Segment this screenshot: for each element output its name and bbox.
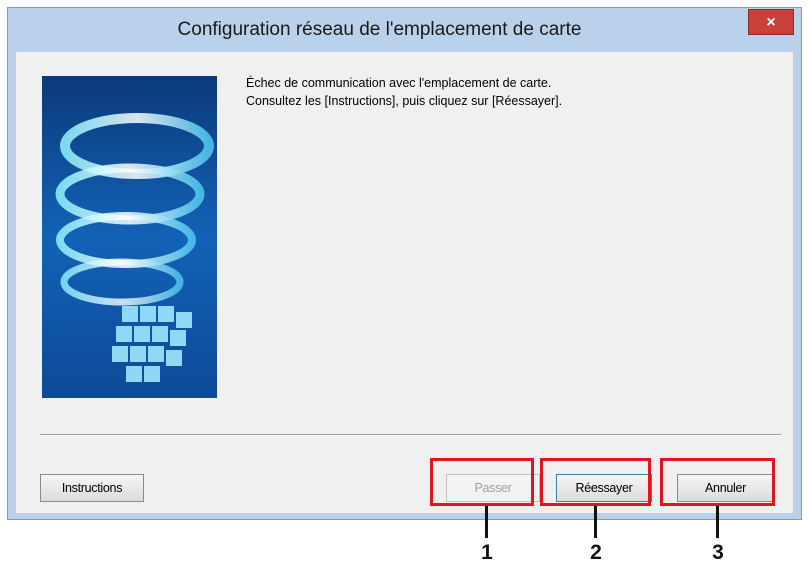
error-message: Échec de communication avec l'emplacemen…	[246, 74, 562, 110]
callout-number-1: 1	[481, 541, 493, 564]
callout-number-3: 3	[712, 541, 724, 564]
title-bar[interactable]: Configuration réseau de l'emplacement de…	[8, 8, 801, 52]
instructions-button[interactable]: Instructions	[40, 474, 144, 502]
error-message-line-2: Consultez les [Instructions], puis cliqu…	[246, 94, 563, 108]
callout-line-1	[485, 506, 488, 538]
callout-number-2: 2	[590, 541, 602, 564]
separator	[40, 434, 781, 436]
callout-box-skip	[430, 458, 534, 506]
callout-box-retry	[540, 458, 651, 506]
callout-line-3	[716, 506, 719, 538]
network-illustration	[42, 76, 217, 398]
callout-line-2	[594, 506, 597, 538]
dialog-body: Échec de communication avec l'emplacemen…	[16, 52, 793, 513]
error-message-line-1: Échec de communication avec l'emplacemen…	[246, 76, 552, 90]
close-button[interactable]: ×	[748, 9, 794, 35]
callout-box-cancel	[660, 458, 775, 506]
dialog-title: Configuration réseau de l'emplacement de…	[177, 19, 582, 40]
dialog-window: Configuration réseau de l'emplacement de…	[7, 7, 802, 520]
